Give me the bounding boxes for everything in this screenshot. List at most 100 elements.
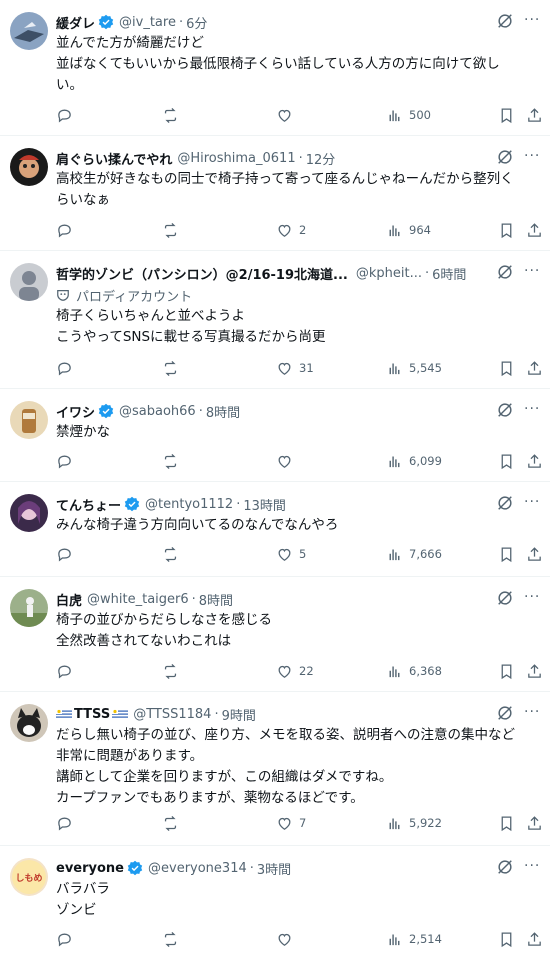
- timestamp[interactable]: 9時間: [222, 705, 256, 724]
- like-button[interactable]: 2: [276, 220, 306, 240]
- author-name[interactable]: イワシ: [56, 402, 95, 421]
- repost-button[interactable]: [162, 105, 179, 125]
- avatar[interactable]: [10, 401, 48, 439]
- author-handle[interactable]: @white_taiger6: [87, 592, 189, 607]
- more-options-icon[interactable]: ···: [524, 859, 540, 875]
- timestamp[interactable]: 8時間: [206, 402, 240, 421]
- grok-icon[interactable]: [496, 12, 514, 30]
- author-handle[interactable]: @sabaoh66: [119, 404, 196, 419]
- grok-icon[interactable]: [496, 263, 514, 281]
- grok-icon[interactable]: [496, 589, 514, 607]
- bookmark-button[interactable]: [498, 929, 515, 949]
- tweet[interactable]: 肩ぐらい揉んでやれ @Hiroshima_0611 · 12分 ··· 高校生が…: [0, 136, 550, 251]
- views-button[interactable]: 5,545: [386, 358, 442, 378]
- author-name[interactable]: everyone: [56, 861, 124, 876]
- bookmark-button[interactable]: [498, 105, 515, 125]
- repost-button[interactable]: [162, 358, 179, 378]
- reply-button[interactable]: [56, 451, 73, 471]
- share-button[interactable]: [526, 451, 543, 471]
- reply-button[interactable]: [56, 358, 73, 378]
- views-button[interactable]: 500: [386, 105, 431, 125]
- repost-button[interactable]: [162, 544, 179, 564]
- more-options-icon[interactable]: ···: [524, 590, 540, 606]
- share-button[interactable]: [526, 544, 543, 564]
- timestamp[interactable]: 6時間: [432, 264, 466, 283]
- author-handle[interactable]: @tentyo1112: [145, 497, 233, 512]
- author-handle[interactable]: @Hiroshima_0611: [177, 151, 295, 166]
- grok-icon[interactable]: [496, 494, 514, 512]
- reply-button[interactable]: [56, 661, 73, 681]
- timestamp[interactable]: 3時間: [257, 859, 291, 878]
- like-button[interactable]: [276, 105, 299, 125]
- author-name[interactable]: 白虎: [56, 590, 82, 609]
- timestamp[interactable]: 12分: [306, 149, 336, 168]
- views-button[interactable]: 6,099: [386, 451, 442, 471]
- author-name[interactable]: 緩ダレ: [56, 13, 95, 32]
- tweet[interactable]: てんちょー @tentyo1112 · 13時間 ··· みんな椅子違う方向向い…: [0, 482, 550, 577]
- author-name[interactable]: 肩ぐらい揉んでやれ: [56, 149, 172, 168]
- like-button[interactable]: 31: [276, 358, 314, 378]
- views-button[interactable]: 964: [386, 220, 431, 240]
- avatar[interactable]: [10, 263, 48, 301]
- grok-icon[interactable]: [496, 148, 514, 166]
- author-handle[interactable]: @TTSS1184: [133, 707, 211, 722]
- tweet[interactable]: イワシ @sabaoh66 · 8時間 ··· 禁煙かな 6,099: [0, 389, 550, 482]
- share-button[interactable]: [526, 661, 543, 681]
- like-button[interactable]: [276, 451, 299, 471]
- avatar[interactable]: [10, 494, 48, 532]
- timestamp[interactable]: 8時間: [199, 590, 233, 609]
- grok-icon[interactable]: [496, 704, 514, 722]
- author-name[interactable]: 哲学的ゾンビ（パンシロン）@2/16-19北海道...: [56, 264, 348, 283]
- reply-button[interactable]: [56, 544, 73, 564]
- repost-button[interactable]: [162, 220, 179, 240]
- grok-icon[interactable]: [496, 858, 514, 876]
- more-options-icon[interactable]: ···: [524, 264, 540, 280]
- repost-button[interactable]: [162, 929, 179, 949]
- more-options-icon[interactable]: ···: [524, 495, 540, 511]
- reply-button[interactable]: [56, 220, 73, 240]
- reply-button[interactable]: [56, 929, 73, 949]
- share-button[interactable]: [526, 929, 543, 949]
- repost-button[interactable]: [162, 661, 179, 681]
- tweet[interactable]: しもめ everyone @everyone314 · 3時間 ··· バラバラ…: [0, 846, 550, 957]
- timestamp[interactable]: 6分: [186, 13, 207, 32]
- share-button[interactable]: [526, 813, 543, 833]
- grok-icon[interactable]: [496, 401, 514, 419]
- bookmark-button[interactable]: [498, 451, 515, 471]
- tweet[interactable]: TTSS @TTSS1184 · 9時間 ··· だらし無い椅子の並び、座り方、…: [0, 692, 550, 846]
- views-button[interactable]: 5,922: [386, 813, 442, 833]
- bookmark-button[interactable]: [498, 661, 515, 681]
- author-name[interactable]: てんちょー: [56, 495, 121, 514]
- author-handle[interactable]: @iv_tare: [119, 15, 176, 30]
- author-name[interactable]: TTSS: [74, 707, 110, 722]
- avatar[interactable]: [10, 704, 48, 742]
- author-handle[interactable]: @kpheit...: [356, 266, 422, 281]
- repost-button[interactable]: [162, 813, 179, 833]
- tweet[interactable]: 哲学的ゾンビ（パンシロン）@2/16-19北海道... @kpheit... ·…: [0, 251, 550, 389]
- like-button[interactable]: 7: [276, 813, 306, 833]
- like-button[interactable]: 22: [276, 661, 314, 681]
- views-button[interactable]: 2,514: [386, 929, 442, 949]
- timestamp[interactable]: 13時間: [243, 495, 286, 514]
- like-button[interactable]: 5: [276, 544, 306, 564]
- repost-button[interactable]: [162, 451, 179, 471]
- more-options-icon[interactable]: ···: [524, 149, 540, 165]
- share-button[interactable]: [526, 358, 543, 378]
- more-options-icon[interactable]: ···: [524, 402, 540, 418]
- share-button[interactable]: [526, 220, 543, 240]
- more-options-icon[interactable]: ···: [524, 705, 540, 721]
- reply-button[interactable]: [56, 813, 73, 833]
- views-button[interactable]: 7,666: [386, 544, 442, 564]
- share-button[interactable]: [526, 105, 543, 125]
- more-options-icon[interactable]: ···: [524, 13, 540, 29]
- bookmark-button[interactable]: [498, 813, 515, 833]
- avatar[interactable]: [10, 589, 48, 627]
- reply-button[interactable]: [56, 105, 73, 125]
- avatar[interactable]: しもめ: [10, 858, 48, 896]
- tweet[interactable]: 白虎 @white_taiger6 · 8時間 ··· 椅子の並びからだらしなさ…: [0, 577, 550, 692]
- bookmark-button[interactable]: [498, 220, 515, 240]
- views-button[interactable]: 6,368: [386, 661, 442, 681]
- bookmark-button[interactable]: [498, 358, 515, 378]
- like-button[interactable]: [276, 929, 299, 949]
- bookmark-button[interactable]: [498, 544, 515, 564]
